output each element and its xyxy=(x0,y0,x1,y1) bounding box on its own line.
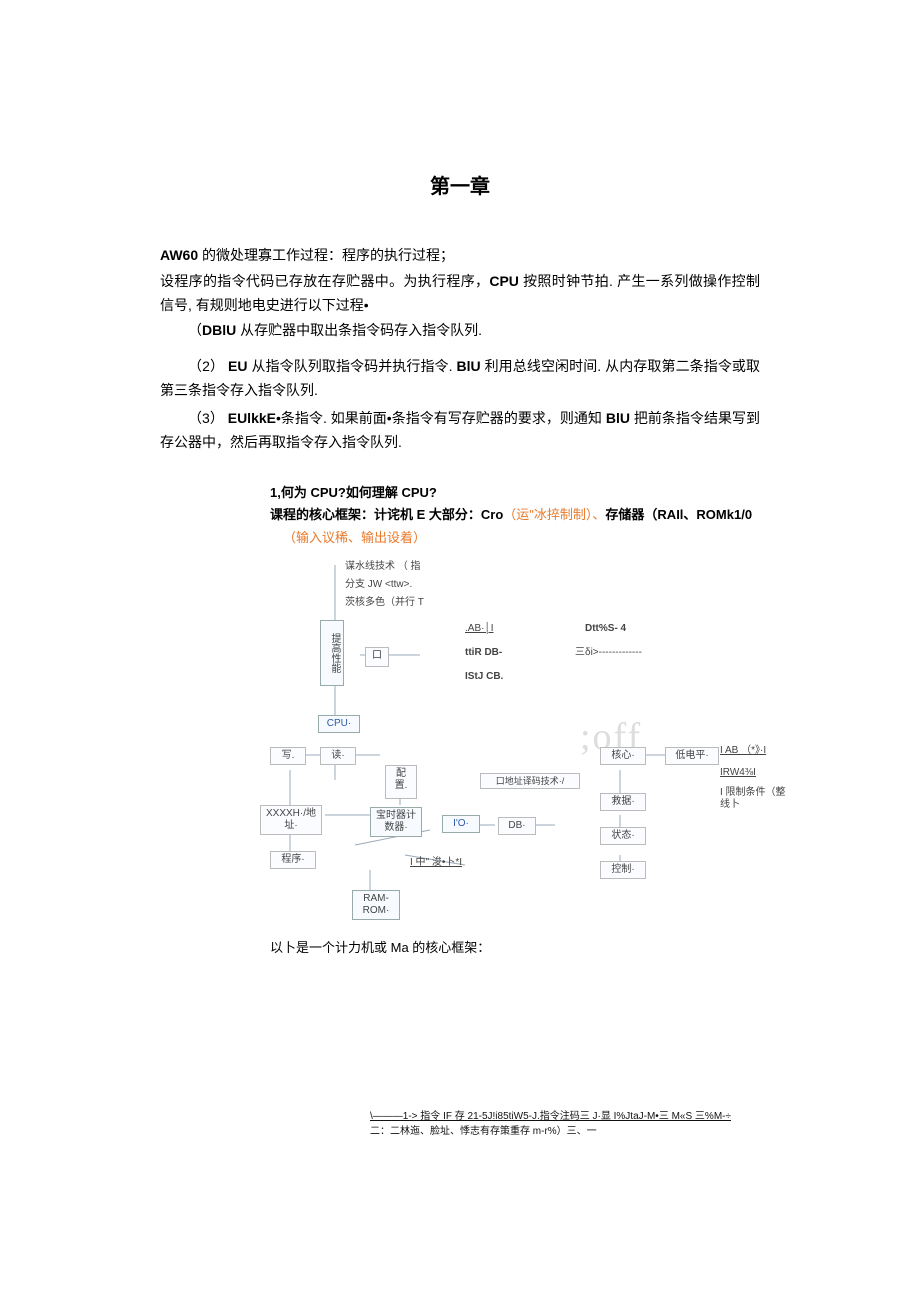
dtt-label: Dtt%S- 4 xyxy=(585,623,626,635)
db-label: ttiR DB- xyxy=(465,647,502,659)
flow-text-2: 分支 JW <ttw>. xyxy=(345,579,412,591)
data-box: 救据· xyxy=(600,793,646,811)
footnote-line1: \———1-> 指令 IF 存 21-5J!i85tiW5-J.指令注码三 J·… xyxy=(370,1109,760,1124)
intro-item3-bold1: EUlkkE xyxy=(228,410,276,426)
intro-item3: （3） EUlkkE•条指令. 如果前面•条指令有写存贮器的要求，则通知 BlU… xyxy=(160,407,760,455)
intro-item3b: •条指令. 如果前面•条指令有写存贮器的要求，则通知 xyxy=(276,410,606,426)
intro-line2-bold: CPU xyxy=(489,273,519,289)
cpu-box: CPU· xyxy=(318,715,360,733)
intro-item2-bold1: EU xyxy=(228,358,247,374)
small-box: 口 xyxy=(365,647,389,667)
intro-item2: （2） EU 从指令队列取指令码并执行指令. BlU 利用总线空闲时间. 从内存… xyxy=(160,355,760,403)
core-box: 核心· xyxy=(600,747,646,765)
diagram-summary: 以卜是一个计力机或 Ma 的核心框架： xyxy=(270,937,760,959)
ramrom-box: RAM-ROM· xyxy=(352,890,400,920)
perf-box: 提高性能 xyxy=(320,620,344,686)
intro-item1: （DBlU 从存贮器中取出条指令码存入指令队列. xyxy=(160,319,760,343)
intro-line1: AW60 的微处理寡工作过程：程序的执行过程； xyxy=(160,244,760,268)
intro-item1-bold: DBlU xyxy=(202,322,236,338)
intro-line2: 设程序的指令代码已存放在存贮器中。为执行程序，CPU 按照时钟节拍. 产生一系列… xyxy=(160,270,760,318)
cpu-question: 1,何为 CPU?如何理解 CPU? xyxy=(270,482,760,504)
status-box: 状态· xyxy=(600,827,646,845)
read-box: 读· xyxy=(320,747,356,765)
db2-box: DB· xyxy=(498,817,536,835)
program-box: 程序· xyxy=(270,851,316,869)
framework-a: 课程的核心框架：计诧机 E 大部分：Cro xyxy=(270,507,503,522)
intro-item1b: 从存贮器中取出条指令码存入指令队列. xyxy=(236,322,482,338)
limit-label: I 限制条件（整线卜 xyxy=(720,787,790,811)
lowlevel-box: 低电平· xyxy=(665,747,719,765)
intro-item1a: （ xyxy=(188,322,202,338)
intro-item3a: （3） xyxy=(188,410,228,426)
intro-item2-bold2: BlU xyxy=(457,358,481,374)
chapter-title: 第一章 xyxy=(160,170,760,204)
tri-label: 三δi>------------- xyxy=(575,647,642,659)
intro-line2a: 设程序的指令代码已存放在存贮器中。为执行程序， xyxy=(160,273,489,289)
timer-box: 宝时器计数器· xyxy=(370,807,422,837)
flow-text-1: 谋水线技术 （ 指 xyxy=(345,561,421,573)
xxxxh-box: XXXXH·/地址· xyxy=(260,805,322,835)
intro-line1-rest: 的微处理寡工作过程：程序的执行过程； xyxy=(198,247,454,263)
framework-b: 存储器（RAIl、ROMk1/0 xyxy=(605,507,752,522)
control-box: 控制· xyxy=(600,861,646,879)
write-box: 写. xyxy=(270,747,306,765)
intro-line1-bold: AW60 xyxy=(160,247,198,263)
config-box: 配置. xyxy=(385,765,417,799)
framework-line: 课程的核心框架：计诧机 E 大部分：Cro（运"冰捽制制）、存储器（RAIl、R… xyxy=(270,504,760,526)
addr-decode-box: 口地址译码技术·/ xyxy=(480,773,580,790)
intro-item2b: 从指令队列取指令码并执行指令. xyxy=(247,358,456,374)
io-box: I'O· xyxy=(442,815,480,833)
framework-orange2: （输入议稀、输出设着） xyxy=(283,527,760,549)
footnote-line2: 二：二林迤、脸址、悸志有存策重存 m-r%）三、一 xyxy=(370,1124,760,1139)
architecture-diagram: 谋水线技术 （ 指 分支 JW <ttw>. 茨核多色（并行 T 提高性能 口 … xyxy=(270,555,790,935)
diagram-lines xyxy=(270,555,790,935)
footnote-line1-text: \———1-> 指令 IF 存 21-5J!i85tiW5-J.指令注码三 J·… xyxy=(370,1111,731,1122)
intro-item3-bold2: BlU xyxy=(606,410,630,426)
framework-orange1: （运"冰捽制制）、 xyxy=(503,507,605,522)
ab-label: .AB·│I xyxy=(465,623,493,635)
flow-text-3: 茨核多色（并行 T xyxy=(345,597,424,609)
iab-label: I AB （*》·I xyxy=(720,745,766,757)
intro-item2a: （2） xyxy=(188,358,228,374)
cb-label: IStJ CB. xyxy=(465,671,503,683)
footnote-block: \———1-> 指令 IF 存 21-5J!i85tiW5-J.指令注码三 J·… xyxy=(370,1109,760,1139)
rw-label: IRW4⅜I xyxy=(720,767,756,779)
mid-label: I 中" 浚•卜*I xyxy=(410,857,462,869)
